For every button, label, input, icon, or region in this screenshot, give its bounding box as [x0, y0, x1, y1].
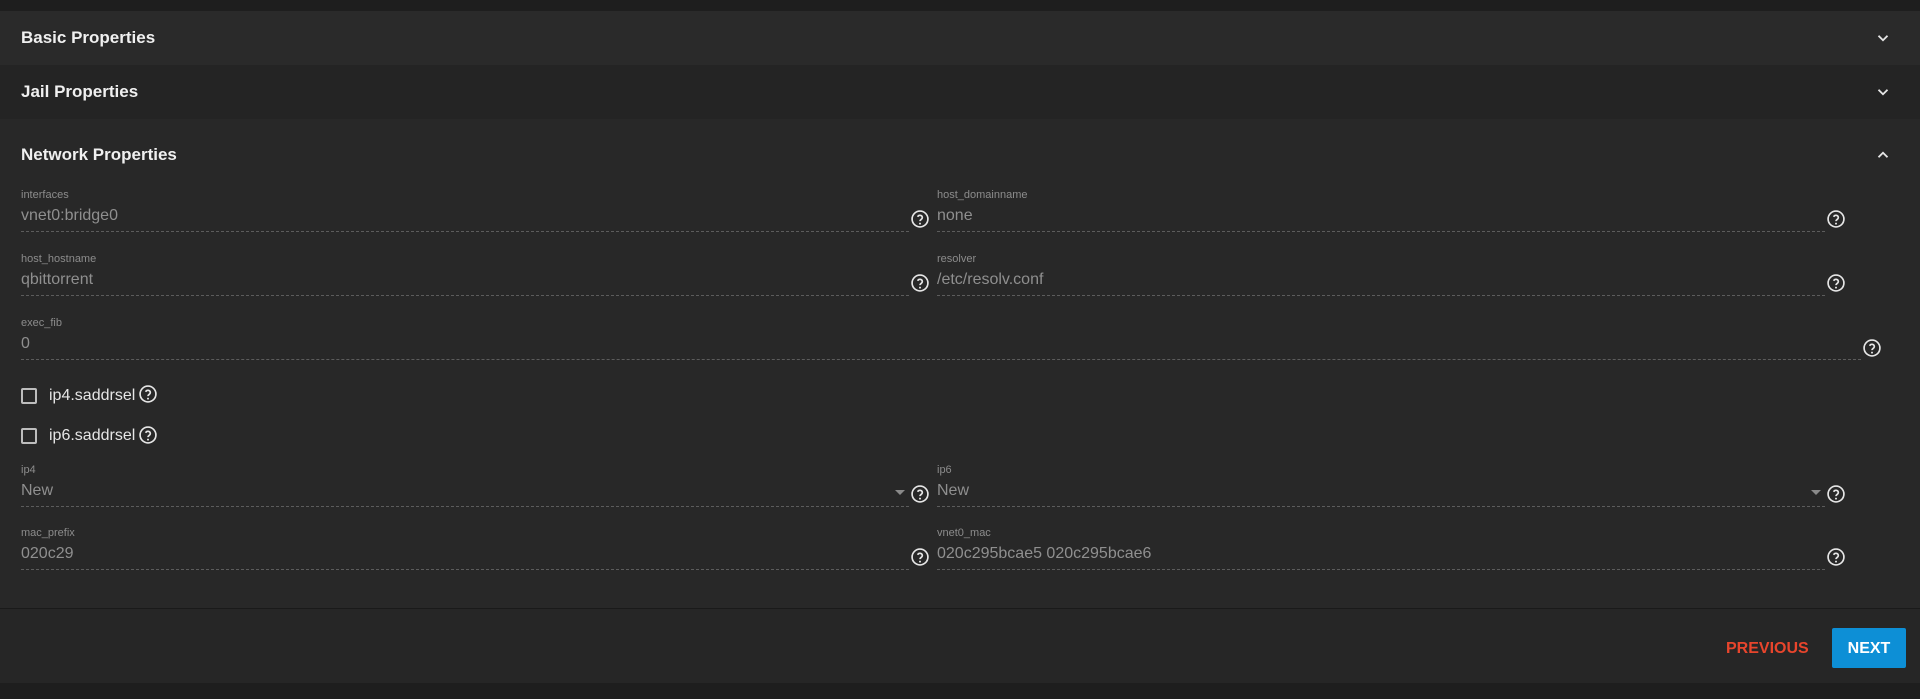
dropdown-arrow-icon[interactable] [895, 490, 905, 495]
field-underline [21, 569, 909, 570]
field-label: interfaces [21, 189, 69, 201]
field-underline [937, 295, 1825, 296]
section-jail-properties[interactable]: Jail Properties [0, 65, 1920, 119]
checkbox-label: ip4.saddrsel [49, 387, 136, 404]
host-hostname-input[interactable]: qbittorrent [21, 271, 93, 289]
help-icon[interactable] [138, 425, 158, 445]
field-underline [21, 359, 1861, 360]
help-icon[interactable] [910, 547, 930, 567]
help-icon[interactable] [138, 384, 158, 404]
field-label: vnet0_mac [937, 527, 991, 539]
exec-fib-input[interactable]: 0 [21, 335, 30, 353]
checkbox-label: ip6.saddrsel [49, 427, 136, 444]
field-underline [21, 506, 909, 507]
help-icon[interactable] [910, 484, 930, 504]
interfaces-field[interactable]: interfaces vnet0:bridge0 [21, 189, 909, 235]
next-button[interactable]: NEXT [1832, 628, 1906, 668]
ip4-select[interactable]: ip4 New [21, 464, 909, 510]
field-underline [937, 506, 1825, 507]
chevron-down-icon[interactable] [1874, 29, 1892, 47]
mac-prefix-input[interactable]: 020c29 [21, 545, 74, 563]
chevron-up-icon[interactable] [1874, 146, 1892, 164]
dropdown-arrow-icon[interactable] [1811, 490, 1821, 495]
checkbox-box[interactable] [21, 428, 37, 444]
field-underline [937, 231, 1825, 232]
previous-button[interactable]: PREVIOUS [1720, 628, 1812, 668]
help-icon[interactable] [1826, 209, 1846, 229]
field-underline [937, 569, 1825, 570]
section-title: Basic Properties [21, 28, 156, 47]
chevron-down-icon[interactable] [1874, 83, 1892, 101]
field-label: resolver [937, 253, 977, 265]
help-icon[interactable] [1826, 547, 1846, 567]
host-hostname-field[interactable]: host_hostname qbittorrent [21, 253, 909, 299]
ip6-saddrsel-checkbox[interactable]: ip6.saddrsel [21, 425, 221, 447]
host-domainname-field[interactable]: host_domainname none [937, 189, 1825, 235]
vnet0-mac-field[interactable]: vnet0_mac 020c295bcae5 020c295bcae6 [937, 527, 1825, 573]
mac-prefix-field[interactable]: mac_prefix 020c29 [21, 527, 909, 573]
checkbox-box[interactable] [21, 388, 37, 404]
help-icon[interactable] [1826, 484, 1846, 504]
ip4-selected-value[interactable]: New [21, 482, 53, 500]
vnet0-mac-input[interactable]: 020c295bcae5 020c295bcae6 [937, 545, 1151, 563]
field-underline [21, 231, 909, 232]
exec-fib-field[interactable]: exec_fib 0 [21, 317, 1861, 363]
section-basic-properties[interactable]: Basic Properties [0, 11, 1920, 65]
section-title: Network Properties [21, 145, 177, 164]
section-network-properties[interactable]: Network Properties [0, 128, 1920, 182]
help-icon[interactable] [910, 209, 930, 229]
ip6-selected-value[interactable]: New [937, 482, 969, 500]
resolver-input[interactable]: /etc/resolv.conf [937, 271, 1043, 289]
field-label: host_hostname [21, 253, 97, 265]
ip6-select[interactable]: ip6 New [937, 464, 1825, 510]
wizard-footer [0, 609, 1920, 683]
section-title: Jail Properties [21, 82, 139, 101]
help-icon[interactable] [1826, 273, 1846, 293]
field-label: exec_fib [21, 317, 62, 329]
host-domainname-input[interactable]: none [937, 207, 973, 225]
field-label: host_domainname [937, 189, 1028, 201]
ip4-saddrsel-checkbox[interactable]: ip4.saddrsel [21, 385, 221, 407]
field-label: ip6 [937, 464, 952, 476]
field-label: mac_prefix [21, 527, 75, 539]
field-label: ip4 [21, 464, 36, 476]
help-icon[interactable] [1862, 338, 1882, 358]
field-underline [21, 295, 909, 296]
resolver-field[interactable]: resolver /etc/resolv.conf [937, 253, 1825, 299]
interfaces-input[interactable]: vnet0:bridge0 [21, 207, 118, 225]
help-icon[interactable] [910, 273, 930, 293]
